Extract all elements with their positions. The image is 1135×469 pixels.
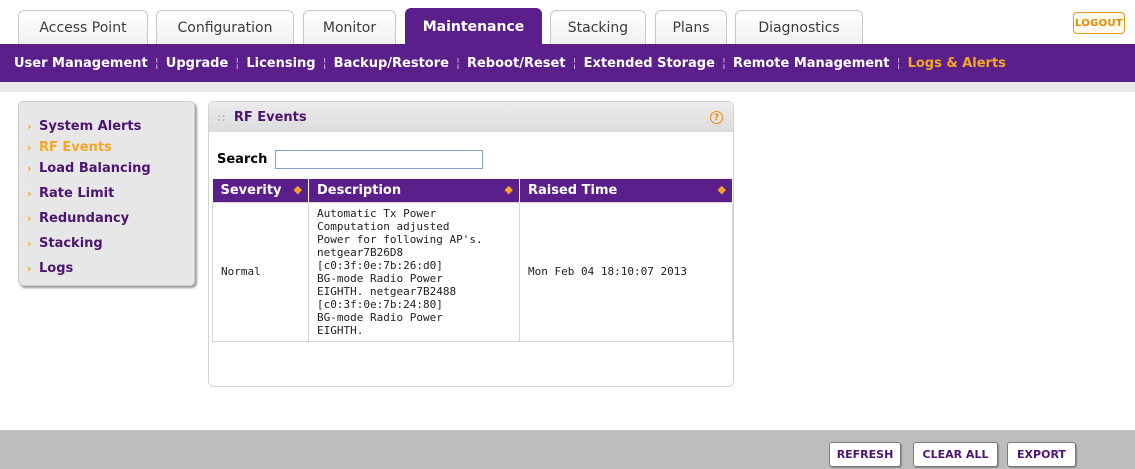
subnav-separator: ¦ <box>896 56 901 70</box>
menu-item-rate-limit[interactable]: › Rate Limit <box>19 181 194 206</box>
tab-access-point[interactable]: Access Point <box>18 10 148 44</box>
menu-item-system-alerts[interactable]: › System Alerts <box>19 114 194 139</box>
chevron-right-icon: › <box>27 141 32 154</box>
subnav-upgrade[interactable]: Upgrade <box>166 56 228 71</box>
drag-handle-icon: :: <box>217 110 226 124</box>
subnav-separator: ¦ <box>455 56 460 70</box>
chevron-right-icon: › <box>27 162 32 175</box>
column-header-severity[interactable]: Severity ◆ <box>212 179 309 202</box>
clear-all-button[interactable]: CLEAR ALL <box>913 442 998 467</box>
menu-item-redundancy[interactable]: › Redundancy <box>19 206 194 231</box>
chevron-right-icon: › <box>27 237 32 250</box>
subnav-separator: ¦ <box>572 56 577 70</box>
sort-icon[interactable]: ◆ <box>505 183 513 196</box>
sub-navigation: User Management ¦ Upgrade ¦ Licensing ¦ … <box>0 44 1135 82</box>
chevron-right-icon: › <box>27 262 32 275</box>
chevron-right-icon: › <box>27 212 32 225</box>
tab-configuration[interactable]: Configuration <box>156 10 294 44</box>
panel-title: RF Events <box>233 109 307 125</box>
subnav-remote-management[interactable]: Remote Management <box>733 56 890 71</box>
severity-cell: Normal <box>212 201 309 342</box>
menu-item-rf-events[interactable]: › RF Events <box>19 139 194 156</box>
menu-item-logs[interactable]: › Logs <box>19 256 194 281</box>
column-header-description[interactable]: Description ◆ <box>308 179 520 202</box>
search-row: Search <box>217 150 484 169</box>
search-input[interactable] <box>275 150 484 169</box>
subnav-backup-restore[interactable]: Backup/Restore <box>334 56 449 71</box>
column-header-raised-time[interactable]: Raised Time ◆ <box>519 179 733 202</box>
logout-button[interactable]: LOGOUT <box>1073 12 1125 34</box>
footer-bar: REFRESH CLEAR ALL EXPORT <box>0 430 1135 469</box>
left-menu: › System Alerts › RF Events › Load Balancin… <box>18 101 195 286</box>
tab-maintenance[interactable]: Maintenance <box>405 8 542 44</box>
search-label: Search <box>217 152 268 167</box>
description-cell: Automatic Tx Power Computation adjusted … <box>308 201 520 342</box>
subnav-separator: ¦ <box>322 56 327 70</box>
subnav-licensing[interactable]: Licensing <box>246 56 315 71</box>
rf-events-panel: :: RF Events ? Search Severity ◆ Descript… <box>208 101 734 387</box>
table-header-row: Severity ◆ Description ◆ Raised Time ◆ <box>212 179 733 202</box>
tab-plans[interactable]: Plans <box>655 10 727 44</box>
table-row[interactable]: Normal Automatic Tx Power Computation ad… <box>212 201 733 342</box>
panel-header: :: RF Events ? <box>209 102 733 132</box>
help-icon[interactable]: ? <box>710 111 723 124</box>
sort-icon[interactable]: ◆ <box>294 183 302 196</box>
subnav-user-management[interactable]: User Management <box>14 56 148 71</box>
raised-time-cell: Mon Feb 04 18:10:07 2013 <box>519 201 733 342</box>
chevron-right-icon: › <box>27 120 32 133</box>
subnav-extended-storage[interactable]: Extended Storage <box>584 56 715 71</box>
rf-events-table: Severity ◆ Description ◆ Raised Time ◆ Norm… <box>212 179 733 342</box>
subnav-separator: ¦ <box>154 56 159 70</box>
menu-item-stacking[interactable]: › Stacking <box>19 231 194 256</box>
menu-item-load-balancing[interactable]: › Load Balancing <box>19 156 194 181</box>
tab-monitor[interactable]: Monitor <box>303 10 396 44</box>
tab-stacking[interactable]: Stacking <box>550 10 646 44</box>
subnav-reboot-reset[interactable]: Reboot/Reset <box>467 56 566 71</box>
export-button[interactable]: EXPORT <box>1007 442 1076 467</box>
subnav-separator: ¦ <box>235 56 240 70</box>
top-tab-bar: Access Point Configuration Monitor Maint… <box>0 0 1135 44</box>
subnav-separator: ¦ <box>721 56 726 70</box>
content-top-band <box>0 82 1135 92</box>
sort-icon[interactable]: ◆ <box>718 183 726 196</box>
tab-diagnostics[interactable]: Diagnostics <box>735 10 863 44</box>
refresh-button[interactable]: REFRESH <box>829 442 901 467</box>
subnav-logs-alerts[interactable]: Logs & Alerts <box>908 56 1006 71</box>
chevron-right-icon: › <box>27 187 32 200</box>
